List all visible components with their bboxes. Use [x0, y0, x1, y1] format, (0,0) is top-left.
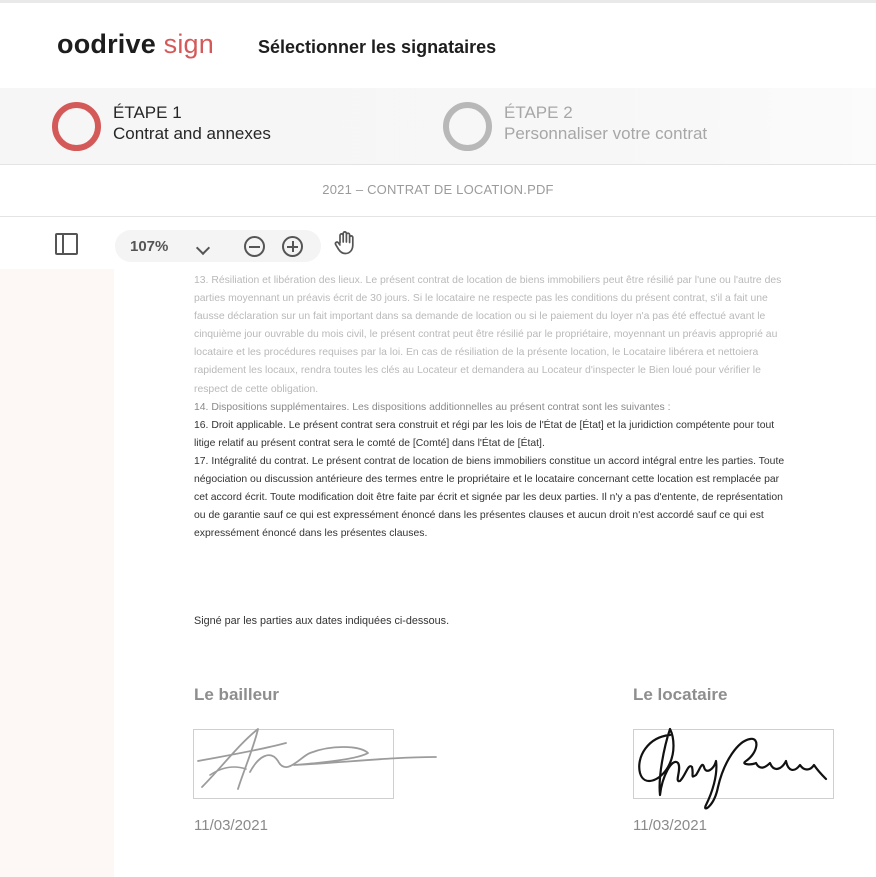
hand-icon[interactable]: [333, 230, 357, 256]
landlord-signature-icon: [197, 728, 437, 790]
tenant-signature-date: 11/03/2021: [633, 817, 707, 834]
zoom-value: 107%: [130, 238, 169, 255]
file-bar: 2021 – CONTRAT DE LOCATION.PDF: [0, 164, 876, 217]
clause-16: 16. Droit applicable. Le présent contrat…: [194, 419, 775, 449]
document-text: 13. Résiliation et libération des lieux.…: [194, 272, 794, 543]
step-2-ring-icon: [443, 102, 492, 151]
tenant-title: Le locataire: [633, 685, 728, 704]
zoom-in-icon[interactable]: [282, 236, 303, 257]
step-2-label: Personnaliser votre contrat: [504, 124, 708, 143]
zoom-out-icon[interactable]: [244, 236, 265, 257]
zoom-select[interactable]: 107%: [130, 238, 211, 256]
clause-17: 17. Intégralité du contrat. Le présent c…: [194, 455, 785, 540]
landlord-signature-date: 11/03/2021: [194, 817, 268, 834]
chevron-down-icon: [195, 240, 211, 256]
tenant-signature-icon: [638, 727, 828, 810]
oodrive-sign-logo[interactable]: oodrive sign: [57, 29, 214, 60]
page-gutter: [0, 269, 114, 877]
zoom-control: 107%: [115, 230, 321, 262]
document-viewer[interactable]: 13. Résiliation et libération des lieux.…: [0, 269, 876, 877]
page-title: Sélectionner les signataires: [258, 37, 497, 57]
step-1-label: Contrat and annexes: [113, 124, 271, 143]
clause-13: 13. Résiliation et libération des lieux.…: [194, 275, 782, 395]
step-1-number: ÉTAPE 1: [113, 103, 182, 122]
landlord-title: Le bailleur: [194, 685, 280, 704]
signed-statement: Signé par les parties aux dates indiquée…: [194, 615, 450, 627]
stepper: ÉTAPE 1 Contrat and annexes ÉTAPE 2 Pers…: [0, 88, 876, 164]
viewer-toolbar: 107%: [0, 217, 876, 269]
document-filename: 2021 – CONTRAT DE LOCATION.PDF: [322, 182, 554, 197]
step-1-ring-icon: [52, 102, 101, 151]
logo-product: sign: [163, 29, 214, 59]
step-2-number: ÉTAPE 2: [504, 103, 573, 122]
logo-brand: oodrive: [57, 29, 156, 59]
app-header: oodrive sign Sélectionner les signataire…: [0, 3, 876, 88]
sidebar-toggle-icon[interactable]: [55, 233, 78, 255]
clause-14: 14. Dispositions supplémentaires. Les di…: [194, 401, 671, 413]
